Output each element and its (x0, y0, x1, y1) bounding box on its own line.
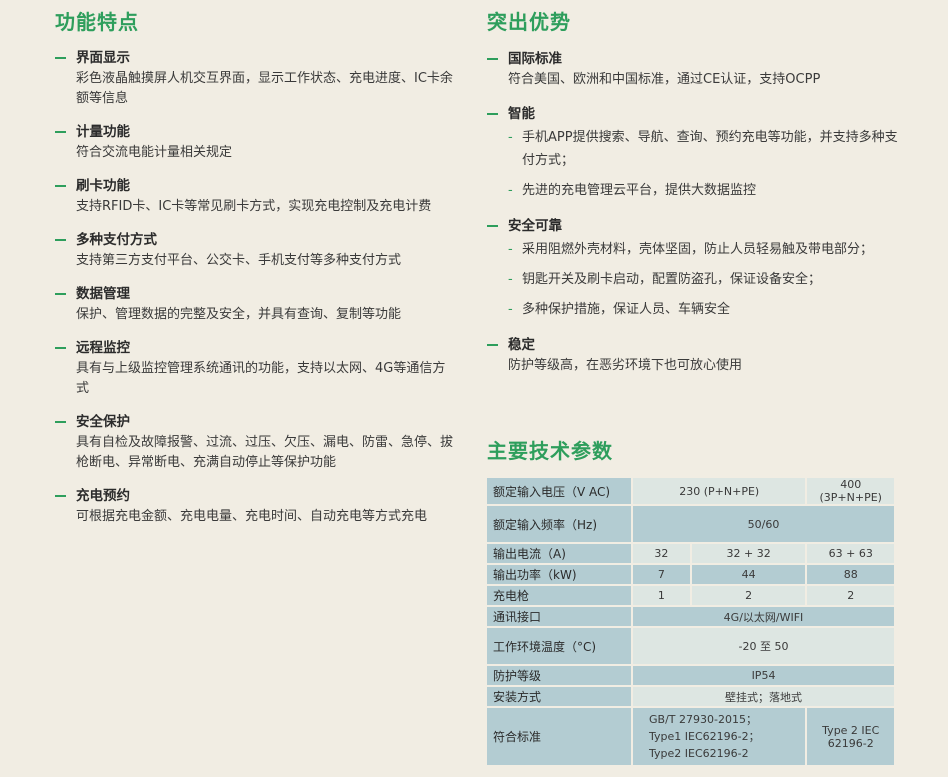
spec-value: 50/60 (631, 504, 896, 544)
spec-label: 防护等级 (485, 664, 633, 687)
spec-value: 32 (631, 542, 692, 565)
spec-label: 通讯接口 (485, 605, 633, 628)
spec-label: 额定输入电压（V AC) (485, 476, 633, 506)
feature-desc: 支持RFID卡、IC卡等常见刷卡方式，实现充电控制及充电计费 (76, 199, 432, 214)
feature-item: 远程监控 具有与上级监控管理系统通讯的功能，支持以太网、4G等通信方式 (55, 339, 455, 399)
feature-title: 远程监控 (76, 339, 455, 357)
advantage-title: 稳定 (508, 336, 907, 354)
spec-value: 2 (689, 584, 808, 607)
feature-desc: 符合交流电能计量相关规定 (76, 145, 233, 160)
spec-value: 63 + 63 (805, 542, 896, 565)
spec-value: 88 (805, 563, 896, 586)
spec-value: 1 (631, 584, 692, 607)
spec-label: 充电枪 (485, 584, 633, 607)
table-row: 安装方式 壁挂式；落地式 (485, 685, 896, 708)
features-section: 功能特点 界面显示 彩色液晶触摸屏人机交互界面，显示工作状态、充电进度、IC卡余… (55, 0, 455, 527)
spec-value: -20 至 50 (631, 626, 896, 666)
feature-desc: 彩色液晶触摸屏人机交互界面，显示工作状态、充电进度、IC卡余额等信息 (76, 71, 453, 106)
advantage-sub: 采用阻燃外壳材料，壳体坚固，防止人员轻易触及带电部分； (508, 238, 907, 261)
feature-desc: 可根据充电金额、充电电量、充电时间、自动充电等方式充电 (76, 509, 428, 524)
spec-label: 安装方式 (485, 685, 633, 708)
spec-value-line: Type1 IEC62196-2； (649, 730, 760, 743)
spec-value: 7 (631, 563, 692, 586)
advantages-title: 突出优势 (487, 10, 571, 34)
spec-label: 输出功率（kW) (485, 563, 633, 586)
advantage-title: 智能 (508, 105, 907, 123)
advantage-item: 国际标准 符合美国、欧洲和中国标准，通过CE认证，支持OCPP (487, 50, 907, 90)
advantage-desc: 符合美国、欧洲和中国标准，通过CE认证，支持OCPP (508, 72, 821, 87)
feature-item: 计量功能 符合交流电能计量相关规定 (55, 123, 455, 163)
advantage-title: 安全可靠 (508, 217, 907, 235)
spec-value-line: GB/T 27930-2015； (649, 713, 757, 726)
spec-label: 符合标准 (485, 706, 633, 767)
spec-label: 额定输入频率（Hz) (485, 504, 633, 544)
spec-value: 壁挂式；落地式 (631, 685, 896, 708)
spec-label: 输出电流（A) (485, 542, 633, 565)
feature-desc: 保护、管理数据的完整及安全，并具有查询、复制等功能 (76, 307, 402, 322)
table-row: 额定输入频率（Hz) 50/60 (485, 504, 896, 544)
spec-value: Type 2 IEC 62196-2 (805, 706, 896, 767)
advantage-item: 稳定 防护等级高，在恶劣环境下也可放心使用 (487, 336, 907, 376)
spec-value: 44 (689, 563, 808, 586)
advantage-item: 智能 手机APP提供搜索、导航、查询、预约充电等功能，并支持多种支付方式； 先进… (487, 105, 907, 202)
advantages-section: 突出优势 国际标准 符合美国、欧洲和中国标准，通过CE认证，支持OCPP 智能 … (487, 0, 907, 376)
feature-item: 充电预约 可根据充电金额、充电电量、充电时间、自动充电等方式充电 (55, 487, 455, 527)
feature-desc: 支持第三方支付平台、公交卡、手机支付等多种支付方式 (76, 253, 402, 268)
table-row: 充电枪 1 2 2 (485, 584, 896, 607)
advantage-title: 国际标准 (508, 50, 907, 68)
table-row: 防护等级 IP54 (485, 664, 896, 687)
specs-title: 主要技术参数 (487, 439, 613, 463)
table-row: 输出电流（A) 32 32 + 32 63 + 63 (485, 542, 896, 565)
advantage-item: 安全可靠 采用阻燃外壳材料，壳体坚固，防止人员轻易触及带电部分； 钥匙开关及刷卡… (487, 217, 907, 321)
advantage-sub: 先进的充电管理云平台，提供大数据监控 (508, 179, 907, 202)
feature-item: 数据管理 保护、管理数据的完整及安全，并具有查询、复制等功能 (55, 285, 455, 325)
feature-title: 刷卡功能 (76, 177, 455, 195)
advantage-desc: 防护等级高，在恶劣环境下也可放心使用 (508, 358, 743, 373)
table-row: 工作环境温度（°C) -20 至 50 (485, 626, 896, 666)
feature-title: 安全保护 (76, 413, 455, 431)
table-row: 输出功率（kW) 7 44 88 (485, 563, 896, 586)
feature-title: 充电预约 (76, 487, 455, 505)
feature-item: 安全保护 具有自检及故障报警、过流、过压、欠压、漏电、防雷、急停、拔枪断电、异常… (55, 413, 455, 473)
feature-title: 数据管理 (76, 285, 455, 303)
feature-item: 界面显示 彩色液晶触摸屏人机交互界面，显示工作状态、充电进度、IC卡余额等信息 (55, 49, 455, 109)
spec-value: GB/T 27930-2015； Type1 IEC62196-2； Type2… (630, 706, 808, 767)
spec-value: 4G/以太网/WIFI (631, 605, 896, 628)
spec-value-line: Type2 IEC62196-2 (649, 747, 749, 760)
spec-value: 230 (P+N+PE) (630, 476, 808, 506)
table-row: 额定输入电压（V AC) 230 (P+N+PE) 400 (3P+N+PE) (485, 476, 896, 506)
feature-desc: 具有自检及故障报警、过流、过压、欠压、漏电、防雷、急停、拔枪断电、异常断电、充满… (76, 435, 454, 470)
spec-value: 400 (3P+N+PE) (805, 476, 896, 506)
spec-value: 2 (805, 584, 896, 607)
table-row: 符合标准 GB/T 27930-2015； Type1 IEC62196-2； … (485, 706, 896, 767)
spec-label: 工作环境温度（°C) (485, 626, 633, 666)
advantage-sub: 多种保护措施，保证人员、车辆安全 (508, 298, 907, 321)
feature-title: 界面显示 (76, 49, 455, 67)
feature-desc: 具有与上级监控管理系统通讯的功能，支持以太网、4G等通信方式 (76, 361, 446, 396)
advantage-sub: 钥匙开关及刷卡启动，配置防盗孔，保证设备安全； (508, 268, 907, 291)
spec-value: 32 + 32 (689, 542, 808, 565)
feature-title: 计量功能 (76, 123, 455, 141)
feature-item: 刷卡功能 支持RFID卡、IC卡等常见刷卡方式，实现充电控制及充电计费 (55, 177, 455, 217)
advantage-sub: 手机APP提供搜索、导航、查询、预约充电等功能，并支持多种支付方式； (508, 126, 907, 172)
feature-item: 多种支付方式 支持第三方支付平台、公交卡、手机支付等多种支付方式 (55, 231, 455, 271)
table-row: 通讯接口 4G/以太网/WIFI (485, 605, 896, 628)
spec-value: IP54 (631, 664, 896, 687)
specs-table: 额定输入电压（V AC) 230 (P+N+PE) 400 (3P+N+PE) … (485, 476, 896, 767)
feature-title: 多种支付方式 (76, 231, 455, 249)
features-title: 功能特点 (55, 10, 139, 34)
